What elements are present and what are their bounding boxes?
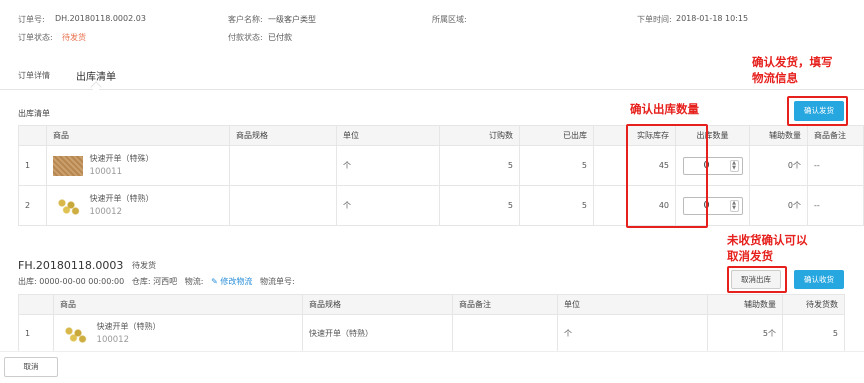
remark-cell: -- [807, 185, 864, 226]
tab-bar: 订单详情 出库清单 [0, 62, 864, 90]
out-label: 出库: [18, 277, 37, 286]
product-code: 100011 [89, 167, 122, 177]
edit-icon: ✎ [211, 277, 218, 286]
ordered-cell: 5 [439, 145, 520, 186]
out-time: 0000-00-00 00:00:00 [39, 277, 125, 286]
remark-cell: -- [807, 145, 864, 186]
product-name: 快速开单（特熟） [96, 322, 161, 331]
highlight-confirm-ship [787, 96, 848, 126]
row-index: 1 [18, 314, 54, 353]
pay-status-label: 付款状态: [228, 33, 263, 42]
unit-cell: 个 [557, 314, 708, 353]
region-label: 所属区域: [432, 15, 467, 24]
unit-cell: 个 [336, 145, 440, 186]
col-aux: 辅助数量 [707, 294, 783, 315]
spec-cell [229, 185, 337, 226]
footer-bar [0, 351, 864, 383]
product-image [60, 323, 90, 344]
product-code: 100012 [89, 207, 122, 217]
shipment-table: 商品 商品规格 商品备注 单位 辅助数量 待发货数 1 快速开单（特熟） 1000… [18, 294, 845, 353]
col-ordered: 订购数 [439, 125, 520, 146]
annotation-cancel: 未收货确认可以 取消发货 [727, 233, 808, 263]
col-index [18, 125, 47, 146]
tracking-label: 物流单号: [259, 277, 295, 286]
aux-cell: 0个 [749, 185, 808, 226]
shipment-meta: 出库: 0000-00-00 00:00:00 仓库: 河西吧 物流: ✎ 修改… [18, 276, 295, 287]
col-shipped: 已出库 [519, 125, 594, 146]
order-no: DH.20180118.0002.03 [55, 14, 146, 23]
col-unit: 单位 [336, 125, 440, 146]
confirm-receive-button[interactable]: 确认收货 [794, 270, 844, 289]
product-cell: 快速开单（特熟） 100012 [46, 185, 230, 226]
table-row: 1 快速开单（特熟） 100012 快速开单（特熟） 个 5个 5 [18, 314, 845, 353]
product-image [53, 195, 83, 216]
outbound-table: 商品 商品规格 单位 订购数 已出库 实际库存 出库数量 辅助数量 商品备注 1… [18, 125, 864, 226]
col-aux: 辅助数量 [749, 125, 808, 146]
col-product: 商品 [53, 294, 303, 315]
row-index: 1 [18, 145, 47, 186]
shipment-no: FH.20180118.0003 [18, 259, 124, 272]
remark-cell [452, 314, 558, 353]
product-image [53, 155, 83, 176]
table-row: 2 快速开单（特熟） 100012 个 5 5 40 0 ▲ ▼ 0个 -- [18, 185, 864, 226]
product-name: 快速开单（特殊） [89, 154, 154, 163]
section-title: 出库清单 [18, 109, 50, 118]
product-cell: 快速开单（特殊） 100011 [46, 145, 230, 186]
spec-cell [229, 145, 337, 186]
table-row: 1 快速开单（特殊） 100011 个 5 5 45 0 ▲ ▼ 0个 -- [18, 145, 864, 186]
order-status: 待发货 [62, 33, 86, 42]
col-product: 商品 [46, 125, 230, 146]
row-index: 2 [18, 185, 47, 226]
ordered-cell: 5 [439, 185, 520, 226]
col-index [18, 294, 54, 315]
order-time-label: 下单时间: [637, 15, 672, 24]
aux-cell: 5个 [707, 314, 783, 353]
pending-cell: 5 [782, 314, 845, 353]
order-no-label: 订单号: [18, 15, 45, 24]
highlight-cancel-outbound [727, 266, 787, 293]
tab-order-detail[interactable]: 订单详情 [18, 70, 50, 81]
product-name: 快速开单（特熟） [89, 194, 154, 203]
pay-status: 已付款 [268, 33, 292, 42]
stepper-arrows-icon[interactable]: ▲ ▼ [729, 199, 739, 212]
product-code: 100012 [96, 335, 129, 345]
logistics-label: 物流: [184, 277, 204, 286]
customer-name: 一级客户类型 [268, 15, 316, 24]
col-spec: 商品规格 [229, 125, 337, 146]
order-status-label: 订单状态: [18, 33, 53, 42]
spec-cell: 快速开单（特熟） [302, 314, 453, 353]
cancel-button[interactable]: 取消 [4, 357, 58, 377]
edit-logistics-link[interactable]: ✎ 修改物流 [211, 277, 252, 286]
highlight-out-qty [626, 124, 708, 228]
col-spec: 商品规格 [302, 294, 453, 315]
customer-label: 客户名称: [228, 15, 263, 24]
annotation-confirm-ship: 确认发货，填写 物流信息 [752, 55, 833, 85]
shipped-cell: 5 [519, 185, 594, 226]
shipped-cell: 5 [519, 145, 594, 186]
warehouse-label: 仓库: [131, 277, 151, 286]
shipment-status: 待发货 [132, 261, 156, 270]
col-remark: 商品备注 [807, 125, 864, 146]
product-cell: 快速开单（特熟） 100012 [53, 314, 303, 353]
warehouse-value: 河西吧 [153, 277, 178, 286]
col-remark: 商品备注 [452, 294, 558, 315]
unit-cell: 个 [336, 185, 440, 226]
annotation-confirm-qty: 确认出库数量 [630, 102, 699, 116]
order-time: 2018-01-18 10:15 [676, 14, 749, 23]
col-unit: 单位 [557, 294, 708, 315]
stepper-arrows-icon[interactable]: ▲ ▼ [729, 159, 739, 172]
aux-cell: 0个 [749, 145, 808, 186]
col-pending: 待发货数 [782, 294, 845, 315]
